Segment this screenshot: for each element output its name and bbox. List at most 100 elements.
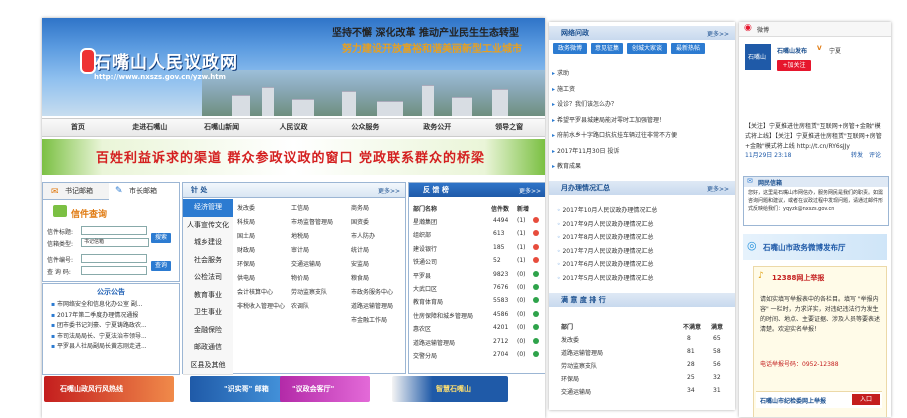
list-item[interactable]: 府前水乡十字路口抗抗挂车辆过往非常不方便 (552, 130, 677, 139)
table-row[interactable]: 惠农区 4201 (0) (413, 323, 541, 334)
dept-link[interactable]: 市人防办 (351, 231, 375, 240)
list-item[interactable]: 2017年7月人民议政办理情况汇总 (557, 246, 653, 255)
notice-item[interactable]: 市网络安全和信息化办公室 副... (51, 300, 179, 311)
dept-link[interactable]: 物价局 (291, 273, 309, 282)
list-item[interactable]: 2017年8月人民议政办理情况汇总 (557, 232, 653, 241)
query-button[interactable]: 查询 (151, 261, 171, 271)
tab-city-talk[interactable]: 创城大家谈 (627, 43, 667, 54)
report-entry-bar[interactable]: 石嘴山市纪检委网上举报 入口 (756, 391, 882, 408)
ad-smart-city[interactable]: 智慧石嘴山 (392, 376, 508, 402)
dept-link[interactable]: 安监局 (351, 259, 369, 268)
follow-button[interactable]: +加关注 (777, 60, 811, 71)
dept-link[interactable]: 审计局 (291, 245, 309, 254)
search-button[interactable]: 搜索 (151, 233, 171, 243)
dept-category-tab[interactable]: 公检法司 (183, 269, 233, 288)
dept-link[interactable]: 会计核算中心 (237, 287, 273, 296)
dept-category-tab[interactable]: 社会服务 (183, 251, 233, 270)
nav-participation[interactable]: 人民议政 (258, 119, 330, 136)
monthly-more-link[interactable]: 更多>> (707, 184, 729, 193)
dept-category-tab[interactable]: 城乡建设 (183, 234, 233, 253)
dept-link[interactable]: 非税收入管理中心 (237, 301, 285, 310)
dept-link[interactable]: 环保局 (237, 259, 255, 268)
dept-link[interactable]: 农调队 (291, 301, 309, 310)
nav-home[interactable]: 首页 (42, 119, 114, 136)
account-name[interactable]: 石嘴山发布 (777, 46, 807, 55)
tab-mayor-mailbox[interactable]: ✎ 市长邮箱 (111, 183, 179, 199)
dept-category-tab[interactable]: 卫生事业 (183, 304, 233, 323)
dept-link[interactable]: 发改委 (237, 203, 255, 212)
dept-link[interactable]: 地税局 (291, 231, 309, 240)
dept-category-tab[interactable]: 金融保险 (183, 321, 233, 340)
table-row[interactable]: 交警分局 2704 (0) (413, 350, 541, 361)
table-row[interactable]: 组织部 613 (1) (413, 229, 541, 240)
nav-gov-affairs[interactable]: 政务公开 (401, 119, 473, 136)
dept-link[interactable]: 科技局 (237, 217, 255, 226)
ad-hotline[interactable]: 石嘴山政风行风热线 (44, 376, 174, 402)
repost-link[interactable]: 转发 (851, 150, 863, 159)
dept-link[interactable]: 道路运输管理局 (351, 301, 393, 310)
nav-about[interactable]: 走进石嘴山 (114, 119, 186, 136)
qa-more-link[interactable]: 更多>> (707, 29, 729, 38)
dept-link[interactable]: 市政务服务中心 (351, 287, 393, 296)
title-input[interactable] (81, 226, 147, 235)
dept-category-tab[interactable]: 邮政通信 (183, 339, 233, 358)
nav-public-service[interactable]: 公众服务 (329, 119, 401, 136)
dept-category-tab[interactable]: 经济管理 (183, 199, 233, 218)
table-row[interactable]: 平罗县 9823 (0) (413, 270, 541, 281)
query-code-input[interactable] (81, 266, 147, 275)
letter-number-input[interactable] (81, 254, 147, 263)
dept-link[interactable]: 市场监督管理局 (291, 217, 333, 226)
table-row[interactable]: 教育体育局 5583 (0) (413, 296, 541, 307)
dept-link[interactable]: 供电局 (237, 273, 255, 282)
nav-news[interactable]: 石嘴山新闻 (186, 119, 258, 136)
table-row[interactable]: 劳动监察支队 28 56 (555, 361, 731, 371)
department-more-link[interactable]: 更多>> (378, 186, 400, 195)
list-item[interactable]: 2017年11月30日 投诉 (552, 146, 619, 155)
list-item[interactable]: 设诊？我们该怎么办？ (552, 99, 617, 108)
notice-item[interactable]: 2017年第二季度办理情况通报 (51, 311, 179, 322)
table-row[interactable]: 星瀚集团 4494 (1) (413, 216, 541, 227)
table-row[interactable]: 道路运输管理局 81 58 (555, 348, 731, 358)
notice-item[interactable]: 市司法局局长、宁夏法治市领导... (51, 332, 179, 343)
list-item[interactable]: 2017年9月人民议政办理情况汇总 (557, 219, 653, 228)
dept-link[interactable]: 粮食局 (351, 273, 369, 282)
table-row[interactable]: 大武口区 7676 (0) (413, 283, 541, 294)
notice-item[interactable]: 平罗县人社局副局长黄志刚走进... (51, 342, 179, 353)
dept-link[interactable]: 国资委 (351, 217, 369, 226)
dept-category-tab[interactable]: 人事宣传文化 (183, 216, 233, 235)
dept-link[interactable]: 工信局 (291, 203, 309, 212)
dept-link[interactable]: 统计局 (351, 245, 369, 254)
table-row[interactable]: 建设银行 185 (1) (413, 243, 541, 254)
tab-hot-posts[interactable]: 最新热帖 (671, 43, 705, 54)
tab-secretary-mailbox[interactable]: ✉ 书记邮箱 (43, 183, 109, 200)
account-avatar[interactable]: 石嘴山 (745, 44, 771, 70)
table-row[interactable]: 交通运输局 34 31 (555, 387, 731, 397)
dept-category-tab[interactable]: 教育事业 (183, 286, 233, 305)
dept-link[interactable]: 财政局 (237, 245, 255, 254)
list-item[interactable]: 2017年6月人民议政办理情况汇总 (557, 259, 653, 268)
nav-leaders[interactable]: 领导之窗 (473, 119, 545, 136)
list-item[interactable]: 希望平罗县城建局能对零时工加强管理！ (552, 115, 665, 124)
dept-link[interactable]: 交通运输局 (291, 259, 321, 268)
feedback-more-link[interactable]: 更多>> (519, 186, 541, 195)
table-row[interactable]: 发改委 8 65 (555, 335, 731, 345)
list-item[interactable]: 施工资 (552, 84, 575, 93)
ad-meeting-room[interactable]: "议政会客厅" (280, 376, 370, 402)
table-row[interactable]: 道路运输管理局 2712 (0) (413, 337, 541, 348)
list-item[interactable]: 教育成果 (552, 161, 581, 170)
comment-link[interactable]: 评论 (869, 150, 881, 159)
dept-link[interactable]: 市金融工作局 (351, 315, 387, 324)
table-row[interactable]: 住房保障和城乡管理局 4586 (0) (413, 310, 541, 321)
dept-link[interactable]: 劳动监察支队 (291, 287, 327, 296)
dept-category-tab[interactable]: 区县及其他 (183, 356, 233, 375)
list-item[interactable]: 2017年5月人民议政办理情况汇总 (557, 273, 653, 282)
notice-item[interactable]: 团市委书记刘豪、宁夏铸路政农... (51, 321, 179, 332)
table-row[interactable]: 铁通公司 52 (1) (413, 256, 541, 267)
report-entry-button[interactable]: 入口 (852, 394, 880, 405)
dept-link[interactable]: 商务局 (351, 203, 369, 212)
tab-opinion[interactable]: 意见征集 (591, 43, 623, 54)
micro-hall-banner[interactable]: ◎ 石嘴山市政务微博发布厅 (743, 234, 887, 260)
dept-link[interactable]: 国土局 (237, 231, 255, 240)
list-item[interactable]: 求助 (552, 68, 569, 77)
table-row[interactable]: 环保局 25 32 (555, 374, 731, 384)
